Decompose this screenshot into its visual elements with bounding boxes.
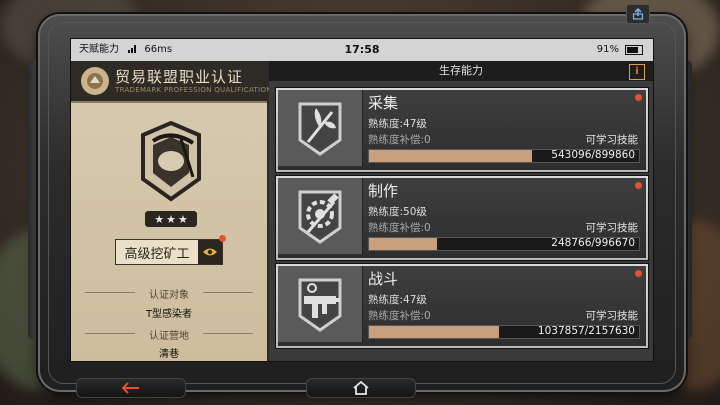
eye-icon[interactable] — [198, 240, 222, 264]
skill-name: 制作 — [368, 182, 399, 200]
notification-dot — [219, 235, 226, 242]
clock: 17:58 — [344, 43, 380, 56]
target-value: T型感染者 — [145, 309, 193, 320]
skills-panel: 生存能力 i 采集 熟练度:47级 熟练度补偿:0 可学习技能 543096/8… — [269, 61, 653, 361]
learnable-skill-link[interactable]: 可学习技能 — [586, 220, 639, 235]
battery-icon — [625, 45, 643, 55]
panel-header: 生存能力 i — [269, 61, 653, 81]
skill-compensation: 熟练度补偿:0 — [368, 310, 431, 322]
phone-screen: 天赋能力 66ms 17:58 91% 贸易联盟职业认证 TRADEMARK P… — [70, 38, 654, 362]
rank-stars: ★ ★ ★ — [145, 211, 197, 227]
xp-progress-fill — [369, 150, 533, 162]
target-label: 认证对象 — [149, 290, 189, 301]
xp-value: 1037857/2157630 — [537, 325, 635, 337]
xp-value: 543096/899860 — [551, 149, 635, 161]
share-icon — [632, 8, 644, 20]
location-value: 清巷 — [159, 349, 179, 360]
certificate-panel: 贸易联盟职业认证 TRADEMARK PROFESSION QUALIFICAT… — [71, 61, 272, 361]
certificate-title: 贸易联盟职业认证 — [115, 68, 244, 86]
herb-gathering-icon — [278, 90, 363, 166]
panel-title: 生存能力 — [439, 64, 483, 77]
skill-compensation: 熟练度补偿:0 — [368, 222, 431, 234]
xp-progress-fill — [369, 238, 437, 250]
skill-name: 采集 — [368, 94, 399, 112]
info-icon[interactable]: i — [629, 64, 645, 80]
share-button[interactable] — [626, 4, 650, 24]
notification-dot — [635, 94, 642, 101]
home-icon — [353, 381, 369, 395]
back-button[interactable] — [76, 378, 186, 398]
skill-level: 熟练度:47级 — [368, 118, 427, 130]
skill-level: 熟练度:47级 — [368, 294, 427, 306]
miner-badge-icon — [131, 120, 211, 217]
xp-progress-bar: 1037857/2157630 — [368, 325, 640, 339]
skill-card-crafting[interactable]: 制作 熟练度:50级 熟练度补偿:0 可学习技能 248766/996670 — [275, 175, 649, 261]
notification-dot — [635, 270, 642, 277]
skill-compensation: 熟练度补偿:0 — [368, 134, 431, 146]
star-icon: ★ — [177, 212, 188, 226]
learnable-skill-link[interactable]: 可学习技能 — [586, 132, 639, 147]
certificate-subtitle: TRADEMARK PROFESSION QUALIFICATION — [115, 86, 272, 94]
notification-dot — [635, 182, 642, 189]
skill-card-combat[interactable]: 战斗 熟练度:47级 熟练度补偿:0 可学习技能 1037857/2157630 — [275, 263, 649, 349]
crafting-gear-icon — [278, 178, 363, 254]
skill-level: 熟练度:50级 — [368, 206, 427, 218]
xp-progress-bar: 248766/996670 — [368, 237, 640, 251]
skill-card-gathering[interactable]: 采集 熟练度:47级 熟练度补偿:0 可学习技能 543096/899860 — [275, 87, 649, 173]
xp-progress-fill — [369, 326, 499, 338]
back-arrow-icon — [122, 382, 139, 394]
xp-progress-bar: 543096/899860 — [368, 149, 640, 163]
star-icon: ★ — [154, 212, 165, 226]
learnable-skill-link[interactable]: 可学习技能 — [586, 308, 639, 323]
submachine-gun-icon — [278, 266, 363, 342]
status-bar: 天赋能力 66ms 17:58 91% — [71, 39, 653, 61]
skill-name: 战斗 — [368, 270, 399, 288]
xp-value: 248766/996670 — [551, 237, 635, 249]
location-label: 认证营地 — [149, 331, 189, 342]
home-button[interactable] — [306, 378, 416, 398]
union-logo-icon — [81, 67, 109, 95]
star-icon: ★ — [166, 212, 176, 226]
battery-percent: 91% — [596, 44, 619, 55]
certificate-header: 贸易联盟职业认证 TRADEMARK PROFESSION QUALIFICAT… — [71, 61, 272, 103]
rank-title-button[interactable]: 高级挖矿工 — [115, 239, 223, 265]
rank-title: 高级挖矿工 — [124, 246, 190, 262]
